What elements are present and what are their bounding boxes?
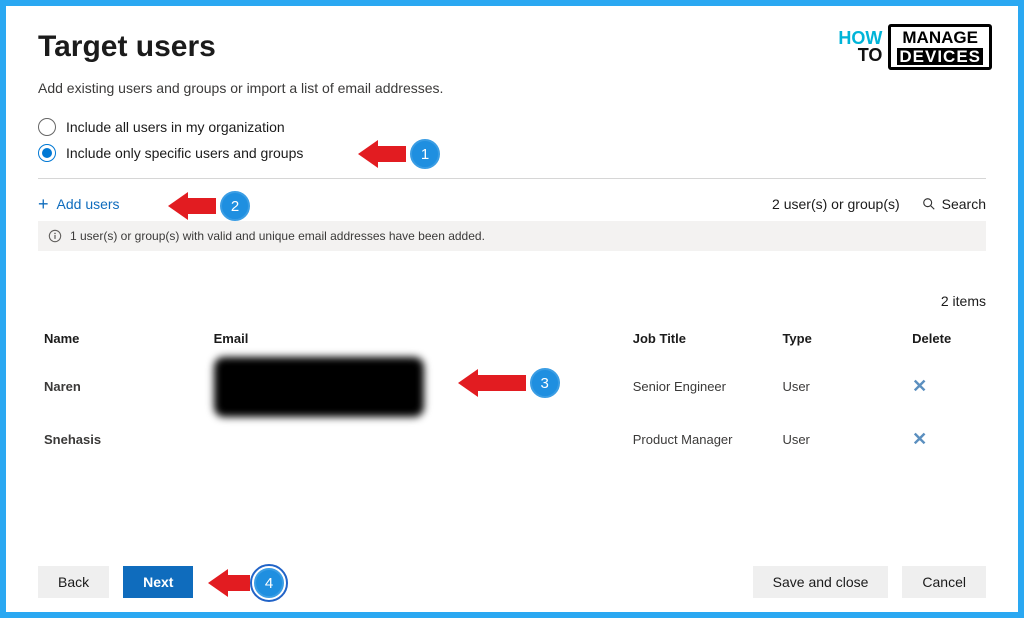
radio-include-all[interactable]: Include all users in my organization [38,114,986,140]
logo-manage: MANAGE [897,29,983,46]
table-row: Snehasis Product Manager User ✕ [38,413,986,466]
page-subtitle: Add existing users and groups or import … [38,80,986,96]
users-table: Name Email Job Title Type Delete Naren [38,323,986,466]
callout-bubble-4: 4 [254,568,284,598]
col-header-type[interactable]: Type [776,323,906,360]
cell-name: Naren [38,360,208,413]
back-button[interactable]: Back [38,566,109,598]
save-and-close-button[interactable]: Save and close [753,566,889,598]
users-count-label: 2 user(s) or group(s) [772,196,900,212]
callout-bubble-1: 1 [410,139,440,169]
add-users-button[interactable]: + Add users [38,195,120,213]
logo-devices: DEVICES [897,48,983,65]
info-icon [48,229,62,243]
search-icon [922,197,936,211]
logo-to: TO [838,47,882,64]
redacted-email [214,357,424,417]
search-button[interactable]: Search [922,196,986,212]
col-header-email[interactable]: Email [208,323,627,360]
radio-label: Include only specific users and groups [66,145,303,161]
info-bar: 1 user(s) or group(s) with valid and uni… [38,221,986,251]
radio-label: Include all users in my organization [66,119,285,135]
plus-icon: + [38,195,49,213]
radio-icon-selected [38,144,56,162]
items-count: 2 items [38,293,986,309]
callout-bubble-2: 2 [220,191,250,221]
cancel-button[interactable]: Cancel [902,566,986,598]
watermark-logo: HOW TO MANAGE DEVICES [838,24,992,70]
delete-row-button[interactable]: ✕ [912,429,927,450]
col-header-delete: Delete [906,323,986,360]
divider [38,178,986,179]
cell-type: User [776,360,906,413]
add-users-label: Add users [57,196,120,212]
cell-job: Product Manager [627,413,777,466]
cell-name: Snehasis [38,413,208,466]
cell-email [208,413,627,466]
next-button[interactable]: Next [123,566,193,598]
cell-job: Senior Engineer [627,360,777,413]
cell-email: 3 [208,360,627,413]
delete-row-button[interactable]: ✕ [912,376,927,397]
col-header-name[interactable]: Name [38,323,208,360]
search-label: Search [942,196,986,212]
info-text: 1 user(s) or group(s) with valid and uni… [70,229,485,243]
col-header-job[interactable]: Job Title [627,323,777,360]
table-row: Naren 3 Senior Engineer User ✕ [38,360,986,413]
cell-type: User [776,413,906,466]
radio-include-specific[interactable]: Include only specific users and groups 1 [38,140,986,166]
radio-icon [38,118,56,136]
callout-bubble-3: 3 [530,368,560,398]
